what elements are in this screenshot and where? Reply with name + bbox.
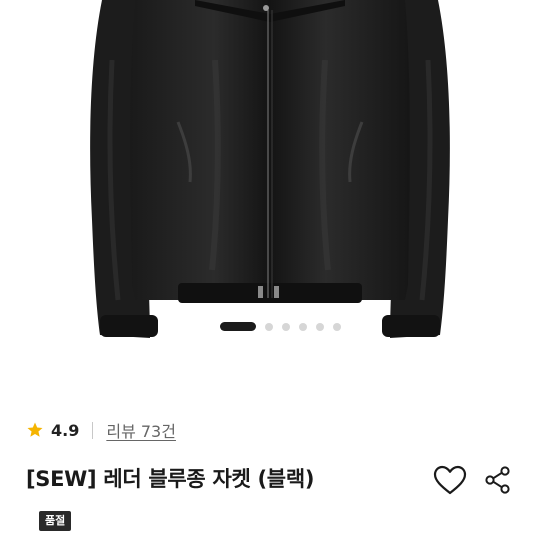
share-icon: [485, 466, 510, 494]
jacket-illustration: [90, 0, 450, 338]
share-button[interactable]: [480, 462, 516, 498]
rating-value: 4.9: [51, 420, 80, 440]
product-image[interactable]: [0, 0, 540, 370]
soldout-badge: 품절: [39, 511, 72, 531]
carousel-dot-5[interactable]: [315, 322, 324, 331]
wishlist-button[interactable]: [432, 462, 468, 498]
carousel-dot-2[interactable]: [264, 322, 273, 331]
carousel-indicator[interactable]: [0, 322, 540, 331]
heart-icon: [433, 465, 467, 495]
review-count-link[interactable]: 리뷰 73건: [106, 418, 176, 442]
rating-row: 4.9 리뷰 73건: [26, 418, 176, 442]
carousel-dot-4[interactable]: [298, 322, 307, 331]
product-title: [SEW] 레더 블루종 자켓 (블랙): [26, 467, 315, 491]
carousel-dot-1[interactable]: [219, 322, 256, 331]
carousel-dot-6[interactable]: [332, 322, 341, 331]
carousel-dot-3[interactable]: [281, 322, 290, 331]
star-icon: [27, 422, 43, 437]
rating-divider: [92, 421, 94, 439]
